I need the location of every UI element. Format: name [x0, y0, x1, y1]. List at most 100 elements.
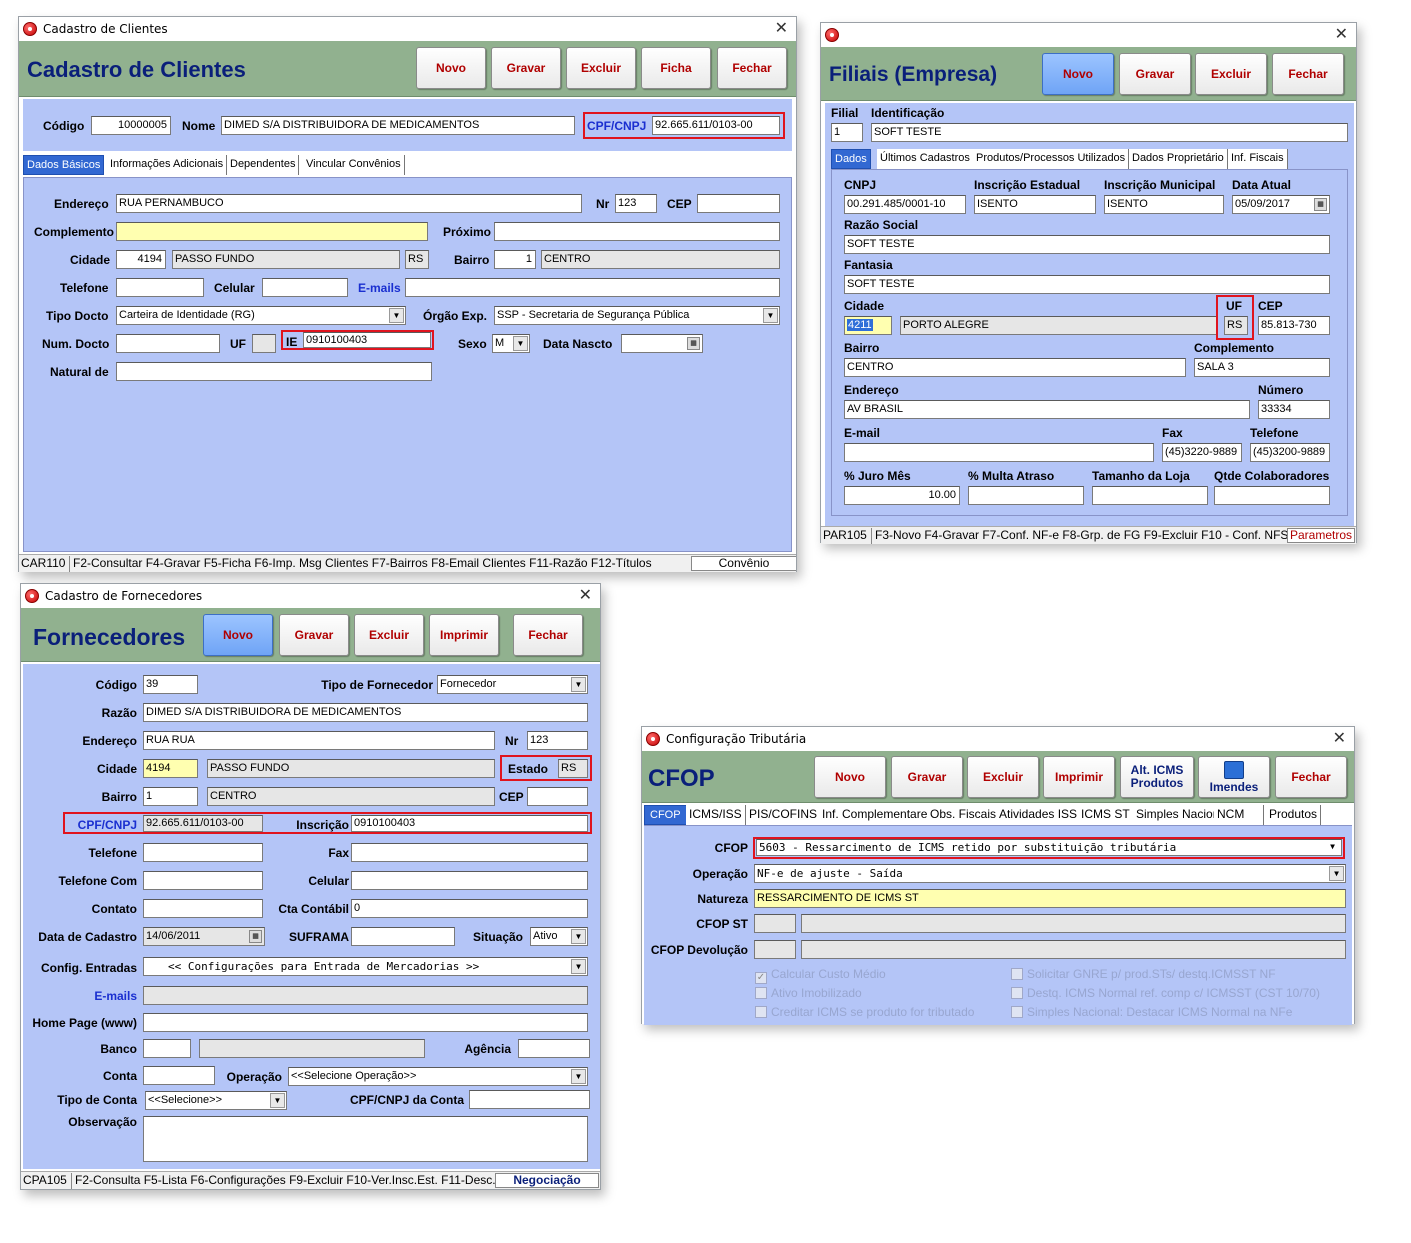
situacao-select[interactable]: Ativo ▼: [530, 927, 588, 946]
tab-inf-complementares[interactable]: Inf. Complementares: [819, 805, 938, 825]
gravar-button[interactable]: Gravar: [891, 756, 963, 798]
proximo-field[interactable]: [494, 222, 780, 241]
novo-button[interactable]: Novo: [814, 756, 886, 798]
fechar-button[interactable]: Fechar: [717, 47, 787, 89]
inscricao-estadual-field[interactable]: ISENTO: [974, 195, 1096, 214]
natural-field[interactable]: [116, 362, 432, 381]
close-icon[interactable]: ✕: [579, 585, 592, 604]
email-field[interactable]: [844, 443, 1154, 462]
bairro-code-field[interactable]: 1: [143, 787, 198, 806]
numero-field[interactable]: 33334: [1258, 400, 1330, 419]
multa-field[interactable]: [968, 486, 1084, 505]
tab-obs-fiscais[interactable]: Obs. Fiscais: [927, 805, 1001, 825]
gravar-button[interactable]: Gravar: [1119, 53, 1191, 95]
chevron-down-icon[interactable]: ▼: [513, 336, 528, 351]
close-icon[interactable]: ✕: [1335, 24, 1348, 43]
excluir-button[interactable]: Excluir: [566, 47, 636, 89]
cnpj-field[interactable]: 00.291.485/0001-10: [844, 195, 966, 214]
razao-social-field[interactable]: SOFT TESTE: [844, 235, 1330, 254]
cidade-code-field[interactable]: 4194: [116, 250, 166, 269]
close-icon[interactable]: ✕: [1333, 728, 1346, 747]
bairro-code-field[interactable]: 1: [494, 250, 536, 269]
home-page-field[interactable]: [143, 1013, 588, 1032]
tab-informacoes-adicionais[interactable]: Informações Adicionais: [107, 155, 228, 175]
fax-field[interactable]: (45)3220-9889: [1162, 443, 1242, 462]
cfop-select[interactable]: 5603 - Ressarcimento de ICMS retido por …: [756, 839, 1342, 856]
convenio-button[interactable]: Convênio: [691, 556, 796, 571]
tab-dados-basicos[interactable]: Dados Básicos: [23, 155, 105, 175]
config-entradas-select[interactable]: << Configurações para Entrada de Mercado…: [143, 957, 588, 976]
excluir-button[interactable]: Excluir: [967, 756, 1039, 798]
endereco-field[interactable]: RUA PERNAMBUCO: [116, 194, 582, 213]
inscricao-municipal-field[interactable]: ISENTO: [1104, 195, 1224, 214]
novo-button[interactable]: Novo: [1042, 53, 1114, 95]
cep-field[interactable]: [527, 787, 588, 806]
cpf-field[interactable]: 92.665.611/0103-00: [652, 116, 780, 135]
tab-inf-fiscais[interactable]: Inf. Fiscais: [1228, 149, 1288, 169]
tamanho-field[interactable]: [1092, 486, 1208, 505]
celular-field[interactable]: [262, 278, 348, 297]
tab-dados[interactable]: Dados: [831, 149, 871, 169]
chevron-down-icon[interactable]: ▼: [270, 1093, 285, 1108]
tipo-fornecedor-select[interactable]: Fornecedor ▼: [437, 675, 588, 694]
ie-field[interactable]: 0910100403: [303, 332, 431, 348]
parametros-button[interactable]: Parametros: [1287, 528, 1355, 543]
imprimir-button[interactable]: Imprimir: [429, 614, 499, 656]
telefone-field[interactable]: [116, 278, 204, 297]
complemento-field[interactable]: SALA 3: [1194, 358, 1330, 377]
simples-nacional-checkbox[interactable]: Simples Nacional: Destacar ICMS Normal n…: [1011, 1005, 1292, 1019]
tipo-docto-select[interactable]: Carteira de Identidade (RG) ▼: [116, 306, 406, 325]
cfop-devolucao-code-field[interactable]: [754, 940, 796, 959]
gravar-button[interactable]: Gravar: [279, 614, 349, 656]
nr-field[interactable]: 123: [527, 731, 588, 750]
excluir-button[interactable]: Excluir: [1195, 53, 1267, 95]
tab-vincular-convenios[interactable]: Vincular Convênios: [303, 155, 405, 175]
cpf-conta-field[interactable]: [469, 1090, 590, 1109]
cfop-st-code-field[interactable]: [754, 914, 796, 933]
fantasia-field[interactable]: SOFT TESTE: [844, 275, 1330, 294]
telefone-field[interactable]: [143, 843, 263, 862]
destq-icms-checkbox[interactable]: Destq. ICMS Normal ref. comp c/ ICMSST (…: [1011, 986, 1320, 1000]
tab-atividades-iss[interactable]: Atividades ISS: [996, 805, 1082, 825]
codigo-field[interactable]: 10000005: [91, 116, 171, 135]
orgao-select[interactable]: SSP - Secretaria de Segurança Pública ▼: [494, 306, 780, 325]
telefone-field[interactable]: (45)3200-9889: [1250, 443, 1330, 462]
calendar-icon[interactable]: ▦: [249, 930, 262, 943]
gravar-button[interactable]: Gravar: [491, 47, 561, 89]
fax-field[interactable]: [351, 843, 588, 862]
cta-contabil-field[interactable]: 0: [351, 899, 588, 918]
calendar-icon[interactable]: ▦: [687, 337, 700, 350]
novo-button[interactable]: Novo: [203, 614, 273, 656]
celular-field[interactable]: [351, 871, 588, 890]
fechar-button[interactable]: Fechar: [1275, 756, 1347, 798]
observacao-field[interactable]: [143, 1116, 588, 1162]
novo-button[interactable]: Novo: [416, 47, 486, 89]
uf-field[interactable]: [252, 334, 276, 353]
tab-dependentes[interactable]: Dependentes: [227, 155, 300, 175]
suframa-field[interactable]: [351, 927, 455, 946]
identificacao-field[interactable]: SOFT TESTE: [871, 123, 1348, 142]
tab-dados-proprietario[interactable]: Dados Proprietário: [1129, 149, 1228, 169]
ficha-button[interactable]: Ficha: [641, 47, 711, 89]
tab-ncm[interactable]: NCM: [1214, 805, 1264, 825]
endereco-field[interactable]: AV BRASIL: [844, 400, 1250, 419]
cpf-field[interactable]: 92.665.611/0103-00: [143, 815, 263, 832]
chevron-down-icon[interactable]: ▼: [571, 677, 586, 692]
operacao-select[interactable]: NF-e de ajuste - Saída ▼: [754, 864, 1346, 883]
emails-label[interactable]: E-mails: [94, 989, 137, 1003]
chevron-down-icon[interactable]: ▼: [571, 1069, 586, 1084]
imprimir-button[interactable]: Imprimir: [1043, 756, 1115, 798]
emails-field[interactable]: [405, 278, 780, 297]
cep-field[interactable]: 85.813-730: [1258, 316, 1330, 335]
contato-field[interactable]: [143, 899, 263, 918]
complemento-field[interactable]: [116, 222, 428, 241]
solicitar-gnre-checkbox[interactable]: Solicitar GNRE p/ prod.STs/ destq.ICMSST…: [1011, 967, 1276, 981]
imendes-button[interactable]: Imendes: [1198, 756, 1270, 798]
chevron-down-icon[interactable]: ▼: [1325, 841, 1340, 854]
nr-field[interactable]: 123: [615, 194, 657, 213]
tab-produtos[interactable]: Produtos: [1266, 805, 1322, 825]
inscricao-field[interactable]: 0910100403: [351, 815, 588, 832]
tab-icms-st[interactable]: ICMS ST: [1078, 805, 1134, 825]
endereco-field[interactable]: RUA RUA: [143, 731, 495, 750]
chevron-down-icon[interactable]: ▼: [571, 929, 586, 944]
